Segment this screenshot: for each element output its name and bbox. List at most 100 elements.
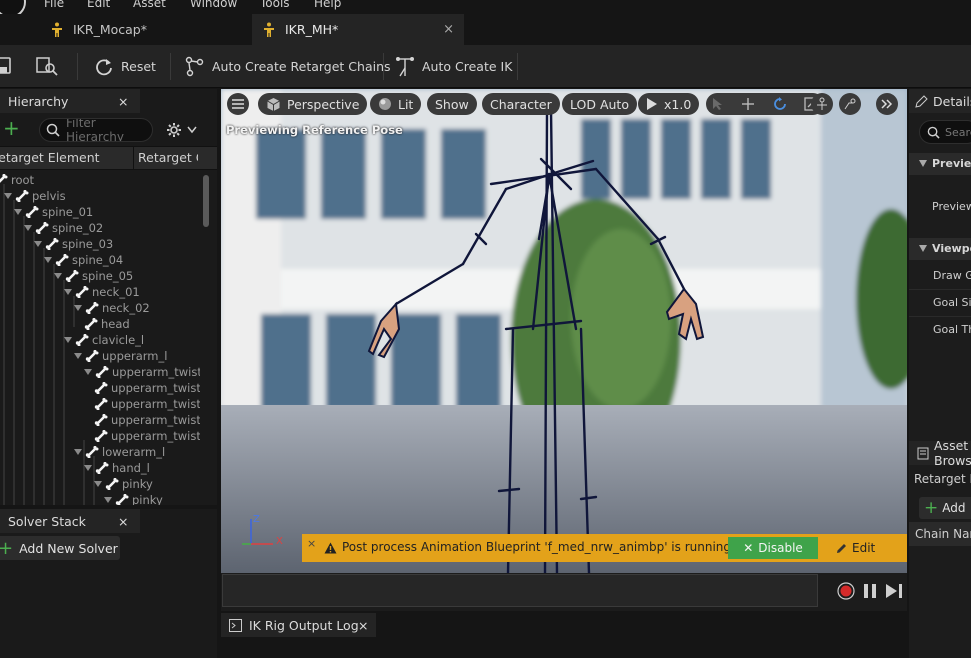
details-search-input[interactable]: Search [919,120,971,144]
bone-icon [15,190,29,202]
bone-name: spine_01 [42,205,94,219]
menu-asset[interactable]: Asset [133,0,166,10]
expand-arrow-icon[interactable] [64,289,72,295]
tree-row[interactable]: pinky [94,476,153,492]
tree-row[interactable]: clavicle_l [64,332,144,348]
tree-row[interactable]: upperarm_twist [94,412,200,428]
pause-icon[interactable] [863,583,877,599]
tab-ikr-mh[interactable]: IKR_MH* × [252,14,464,45]
tree-row[interactable]: spine_04 [44,252,123,268]
show-button[interactable]: Show [427,93,477,115]
tab-details[interactable]: Details [909,89,971,113]
skeleton-view-button[interactable] [811,93,833,115]
output-log-area [221,573,907,611]
tree-row[interactable]: pelvis [4,188,66,204]
translate-icon[interactable] [741,97,755,111]
details-panel: Details Search Preview Preview Viewport … [909,89,971,441]
expand-arrow-icon[interactable] [74,305,82,311]
menu-file[interactable]: File [44,0,64,10]
tree-row[interactable]: spine_03 [34,236,113,252]
expand-arrow-icon[interactable] [64,337,72,343]
record-icon[interactable] [837,582,855,600]
tree-row[interactable]: upperarm_l [74,348,167,364]
expand-arrow-icon[interactable] [74,449,82,455]
expand-arrow-icon[interactable] [94,481,102,487]
tree-row[interactable]: upperarm_twist [84,364,200,380]
expand-arrow-icon[interactable] [54,273,62,279]
gear-icon[interactable] [166,122,182,138]
tree-row[interactable]: head [84,316,130,332]
tab-ikr-mocap[interactable]: IKR_Mocap* [38,14,252,45]
tab-hierarchy[interactable]: Hierarchy × [0,89,140,113]
viewport[interactable]: Perspective Lit Show Character LOD Auto … [221,89,907,573]
expand-arrow-icon[interactable] [84,465,92,471]
add-icon[interactable]: + [3,116,20,140]
auto-create-retarget-chains-button[interactable]: Auto Create Retarget Chains [185,45,391,88]
tree-row[interactable]: upperarm_twist [94,396,200,412]
viewport-expand-button[interactable] [876,93,898,115]
close-icon[interactable]: × [358,618,368,633]
tree-row[interactable]: upperarm_twist [94,380,200,396]
expand-arrow-icon[interactable] [14,209,22,215]
column-retarget-chain[interactable]: Retarget Chain [138,147,198,169]
menu-edit[interactable]: Edit [87,0,110,10]
perspective-button[interactable]: Perspective [258,93,368,115]
lod-button[interactable]: LOD Auto [562,93,637,115]
disable-button[interactable]: ✕ Disable [728,537,818,559]
lod-label: LOD Auto [570,96,629,112]
tree-row[interactable]: neck_02 [74,300,150,316]
auto-create-ik-button[interactable]: Auto Create IK [395,45,512,88]
output-log-input[interactable] [222,574,818,607]
lit-sphere-icon [379,98,391,110]
tree-row[interactable]: hand_l [84,460,150,476]
bone-name: spine_02 [52,221,104,235]
tree-row[interactable]: upperarm_twist [94,428,200,444]
column-retarget-element[interactable]: Retarget Element [0,147,132,169]
menu-window[interactable]: Window [190,0,237,10]
expand-arrow-icon[interactable] [84,369,92,375]
lit-button[interactable]: Lit [370,93,422,115]
column-divider[interactable] [133,147,134,169]
add-new-solver-button[interactable]: + Add New Solver [0,536,120,560]
bone-name: upperarm_l [102,349,168,363]
tab-solver-stack[interactable]: Solver Stack × [0,509,140,533]
rotate-icon[interactable] [773,97,787,111]
menu-tools[interactable]: Tools [260,0,290,10]
tree-row[interactable]: lowerarm_l [74,444,165,460]
tree-row[interactable]: neck_01 [64,284,140,300]
close-icon[interactable]: × [443,22,454,37]
close-icon[interactable]: × [118,514,128,529]
tab-asset-browser[interactable]: Asset Browser [909,441,971,468]
expand-arrow-icon[interactable] [34,241,42,247]
character-button[interactable]: Character [482,93,560,115]
tree-row[interactable]: root [0,172,34,188]
viewport-menu-button[interactable] [227,93,249,115]
tree-row[interactable]: spine_05 [54,268,133,284]
hierarchy-scrollbar[interactable] [203,175,209,227]
reset-button[interactable]: Reset [94,45,156,88]
edit-button[interactable]: Edit [836,537,875,559]
axis-x-label: X [276,536,283,547]
expand-arrow-icon[interactable] [24,225,32,231]
close-icon[interactable]: × [118,94,128,109]
chevron-down-icon[interactable] [187,126,197,134]
menu-help[interactable]: Help [314,0,341,10]
add-chain-button[interactable]: + Add [919,497,971,519]
close-icon[interactable]: × [307,537,316,550]
play-speed-button[interactable]: x1.0 [638,93,700,115]
ik-goal-button[interactable] [839,93,861,115]
hierarchy-search-input[interactable]: Filter Hierarchy [39,118,153,142]
tab-ik-rig-output-log[interactable]: IK Rig Output Log × [221,613,376,637]
tree-row[interactable]: pinky [104,492,163,505]
browse-asset-icon[interactable] [36,56,58,76]
expand-arrow-icon[interactable] [74,353,82,359]
save-icon[interactable] [0,57,12,75]
expand-arrow-icon[interactable] [104,497,112,503]
step-forward-icon[interactable] [885,583,903,599]
select-mode-icon[interactable] [712,97,724,111]
cube-icon [267,97,280,111]
tree-row[interactable]: spine_01 [14,204,93,220]
expand-arrow-icon[interactable] [4,193,12,199]
tree-row[interactable]: spine_02 [24,220,103,236]
expand-arrow-icon[interactable] [44,257,52,263]
